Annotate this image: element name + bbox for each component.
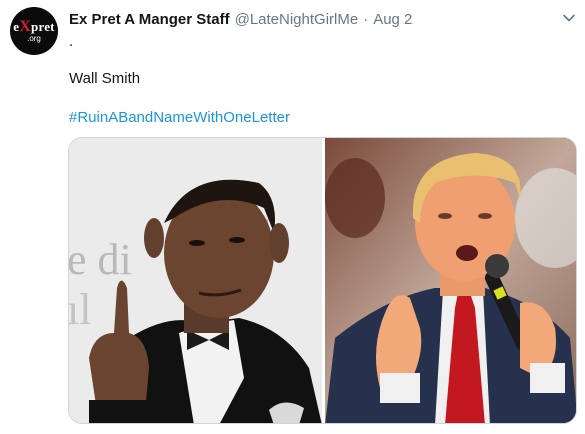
media-photo-left[interactable]: e di nd ıl xyxy=(69,138,322,423)
tweet[interactable]: eXpret .org Ex Pret A Manger Staff @Late… xyxy=(0,0,585,434)
tweet-text-main: Wall Smith xyxy=(69,70,141,87)
chevron-down-icon[interactable] xyxy=(561,10,577,26)
media-photo-right[interactable] xyxy=(325,138,576,423)
tweet-header: Ex Pret A Manger Staff @LateNightGirlMe … xyxy=(69,9,412,29)
tweet-date[interactable]: Aug 2 xyxy=(373,11,412,28)
author-name[interactable]: Ex Pret A Manger Staff xyxy=(69,11,230,28)
svg-text:e di: e di xyxy=(69,235,132,284)
separator-dot: · xyxy=(363,10,369,28)
author-handle[interactable]: @LateNightGirlMe xyxy=(235,11,359,28)
avatar[interactable]: eXpret .org xyxy=(10,7,58,55)
media-grid[interactable]: e di nd ıl xyxy=(68,137,577,424)
avatar-logo: eXpret xyxy=(13,17,55,35)
logo-x: X xyxy=(19,17,32,35)
logo-suffix: pret xyxy=(31,18,55,34)
logo-sub: .org xyxy=(27,33,41,43)
hashtag-link[interactable]: #RuinABandNameWithOneLetter xyxy=(69,108,290,128)
tweet-text-dot: . xyxy=(69,33,74,50)
svg-text:ıl: ıl xyxy=(69,285,91,334)
